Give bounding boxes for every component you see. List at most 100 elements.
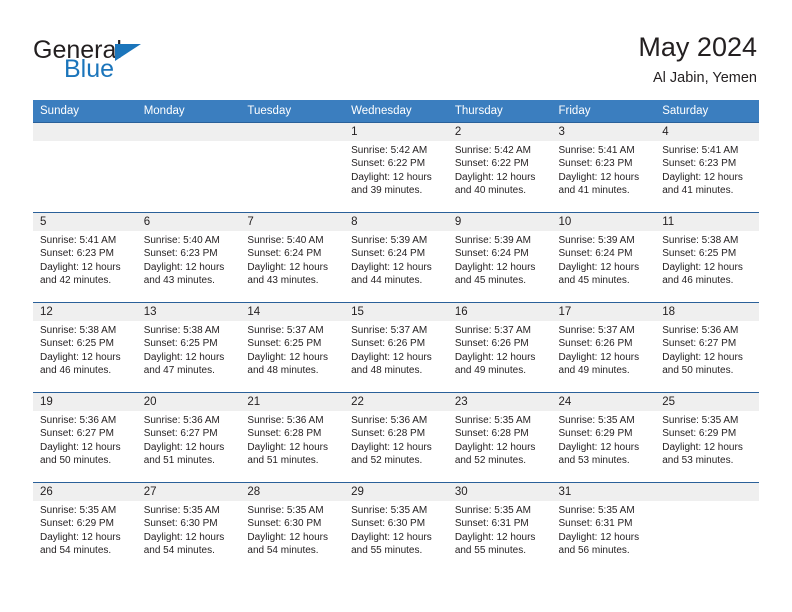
calendar-day-cell[interactable]: 7 Sunrise: 5:40 AM Sunset: 6:24 PM Daylight… [240, 212, 345, 303]
calendar-day-cell[interactable]: 27 Sunrise: 5:35 AM Sunset: 6:30 PM Dayligh… [136, 482, 241, 573]
daylight-text-cont: and 49 minutes. [558, 365, 630, 377]
calendar-day-cell[interactable]: 14 Sunrise: 5:37 AM Sunset: 6:25 PM Dayligh… [240, 302, 345, 393]
sunrise-text: Sunrise: 5:35 AM [40, 505, 117, 517]
sunrise-text: Sunrise: 5:36 AM [40, 415, 117, 427]
sunset-text: Sunset: 6:28 PM [454, 428, 529, 440]
daylight-text-cont: and 46 minutes. [40, 365, 112, 377]
daylight-text: Daylight: 12 hours [662, 261, 743, 273]
daylight-text-cont: and 53 minutes. [662, 455, 734, 467]
daylight-text-cont: and 55 minutes. [351, 545, 423, 557]
sunrise-text: Sunrise: 5:35 AM [454, 415, 531, 427]
day-number: 20 [136, 393, 241, 412]
day-details: Sunrise: 5:36 AM Sunset: 6:27 PM Daylight:… [33, 411, 137, 468]
general-blue-logo[interactable]: General Blue [33, 30, 153, 82]
day-details: Sunrise: 5:36 AM Sunset: 6:27 PM Daylight:… [655, 321, 759, 378]
calendar-day-cell[interactable]: 31 Sunrise: 5:35 AM Sunset: 6:31 PM Dayligh… [551, 482, 656, 573]
calendar-day-cell[interactable]: 13 Sunrise: 5:38 AM Sunset: 6:25 PM Dayligh… [136, 302, 241, 393]
calendar-day-cell[interactable]: 11 Sunrise: 5:38 AM Sunset: 6:25 PM Dayligh… [655, 212, 759, 303]
sunset-text: Sunset: 6:27 PM [143, 428, 218, 440]
day-number: 12 [33, 303, 137, 322]
calendar-day-cell[interactable]: 19 Sunrise: 5:36 AM Sunset: 6:27 PM Dayligh… [33, 392, 137, 483]
daylight-text: Daylight: 12 hours [40, 261, 121, 273]
sunrise-text: Sunrise: 5:35 AM [558, 415, 635, 427]
day-details: Sunrise: 5:35 AM Sunset: 6:30 PM Daylight:… [240, 501, 344, 558]
calendar-day-cell[interactable]: 26 Sunrise: 5:35 AM Sunset: 6:29 PM Dayligh… [33, 482, 137, 573]
calendar-day-cell[interactable]: 5 Sunrise: 5:41 AM Sunset: 6:23 PM Daylight… [33, 212, 137, 303]
day-details: Sunrise: 5:38 AM Sunset: 6:25 PM Daylight:… [33, 321, 137, 378]
calendar-day-cell[interactable]: 15 Sunrise: 5:37 AM Sunset: 6:26 PM Dayligh… [344, 302, 448, 393]
sunrise-text: Sunrise: 5:35 AM [143, 505, 220, 517]
calendar-day-cell[interactable]: 18 Sunrise: 5:36 AM Sunset: 6:27 PM Dayligh… [655, 302, 759, 393]
sunrise-text: Sunrise: 5:35 AM [247, 505, 324, 517]
sunset-text: Sunset: 6:25 PM [247, 338, 322, 350]
calendar-day-cell[interactable]: 10 Sunrise: 5:39 AM Sunset: 6:24 PM Dayligh… [551, 212, 656, 303]
calendar-day-cell[interactable]: 20 Sunrise: 5:36 AM Sunset: 6:27 PM Dayligh… [136, 392, 241, 483]
daylight-text-cont: and 52 minutes. [351, 455, 423, 467]
sunrise-text: Sunrise: 5:36 AM [247, 415, 324, 427]
calendar-day-cell[interactable]: 4 Sunrise: 5:41 AM Sunset: 6:23 PM Daylight… [655, 122, 759, 213]
sunrise-text: Sunrise: 5:37 AM [247, 325, 324, 337]
day-details: Sunrise: 5:39 AM Sunset: 6:24 PM Daylight:… [344, 231, 448, 288]
daylight-text-cont: and 53 minutes. [558, 455, 630, 467]
day-number: 7 [240, 213, 345, 232]
calendar-day-cell[interactable]: 17 Sunrise: 5:37 AM Sunset: 6:26 PM Dayligh… [551, 302, 656, 393]
calendar-header-row: Sunday Monday Tuesday Wednesday Thursday… [33, 100, 759, 123]
daylight-text-cont: and 48 minutes. [247, 365, 319, 377]
day-number: 11 [655, 213, 759, 232]
day-details: Sunrise: 5:35 AM Sunset: 6:31 PM Daylight:… [448, 501, 552, 558]
day-details: Sunrise: 5:36 AM Sunset: 6:28 PM Daylight:… [240, 411, 344, 468]
sunrise-text: Sunrise: 5:38 AM [40, 325, 117, 337]
calendar-day-cell[interactable]: 28 Sunrise: 5:35 AM Sunset: 6:30 PM Dayligh… [240, 482, 345, 573]
calendar-day-cell[interactable]: 24 Sunrise: 5:35 AM Sunset: 6:29 PM Dayligh… [551, 392, 656, 483]
daylight-text: Daylight: 12 hours [662, 171, 743, 183]
calendar-day-cell[interactable]: 9 Sunrise: 5:39 AM Sunset: 6:24 PM Daylight… [447, 212, 552, 303]
weekday-header-wednesday: Wednesday [344, 100, 448, 123]
day-number: 2 [447, 123, 552, 142]
calendar-week-row: 12 Sunrise: 5:38 AM Sunset: 6:25 PM Dayligh… [33, 302, 759, 393]
sunset-text: Sunset: 6:30 PM [247, 518, 322, 530]
calendar-day-cell[interactable]: 29 Sunrise: 5:35 AM Sunset: 6:30 PM Dayligh… [344, 482, 448, 573]
sunset-text: Sunset: 6:24 PM [351, 248, 426, 260]
sunset-text: Sunset: 6:24 PM [454, 248, 529, 260]
daylight-text: Daylight: 12 hours [558, 261, 640, 273]
daylight-text: Daylight: 12 hours [40, 531, 121, 543]
calendar-day-cell[interactable]: 22 Sunrise: 5:36 AM Sunset: 6:28 PM Dayligh… [344, 392, 448, 483]
sunset-text: Sunset: 6:22 PM [351, 158, 426, 170]
daylight-text: Daylight: 12 hours [454, 171, 536, 183]
daylight-text-cont: and 47 minutes. [143, 365, 215, 377]
daylight-text: Daylight: 12 hours [454, 441, 536, 453]
sunset-text: Sunset: 6:26 PM [454, 338, 529, 350]
calendar-day-cell[interactable]: 12 Sunrise: 5:38 AM Sunset: 6:25 PM Dayligh… [33, 302, 137, 393]
logo-text-blue: Blue [64, 55, 115, 83]
calendar-day-cell[interactable]: 2 Sunrise: 5:42 AM Sunset: 6:22 PM Daylight… [447, 122, 552, 213]
day-details: Sunrise: 5:40 AM Sunset: 6:23 PM Daylight:… [137, 231, 241, 288]
calendar-day-cell-empty [33, 122, 137, 213]
daylight-text: Daylight: 12 hours [247, 261, 329, 273]
sunrise-text: Sunrise: 5:35 AM [558, 505, 635, 517]
sunset-text: Sunset: 6:27 PM [40, 428, 114, 440]
calendar-day-cell[interactable]: 23 Sunrise: 5:35 AM Sunset: 6:28 PM Dayligh… [447, 392, 552, 483]
sunset-text: Sunset: 6:25 PM [143, 338, 218, 350]
daylight-text-cont: and 56 minutes. [558, 545, 630, 557]
calendar-grid: Sunday Monday Tuesday Wednesday Thursday… [33, 100, 759, 573]
sunrise-text: Sunrise: 5:37 AM [558, 325, 635, 337]
day-details: Sunrise: 5:35 AM Sunset: 6:29 PM Daylight:… [655, 411, 759, 468]
calendar-day-cell-empty [655, 482, 759, 573]
triangle-icon [115, 44, 141, 61]
calendar-day-cell[interactable]: 3 Sunrise: 5:41 AM Sunset: 6:23 PM Daylight… [551, 122, 656, 213]
sunrise-text: Sunrise: 5:41 AM [558, 145, 635, 157]
day-details: Sunrise: 5:39 AM Sunset: 6:24 PM Daylight:… [448, 231, 552, 288]
calendar-day-cell[interactable]: 1 Sunrise: 5:42 AM Sunset: 6:22 PM Daylight… [344, 122, 448, 213]
calendar-day-cell[interactable]: 21 Sunrise: 5:36 AM Sunset: 6:28 PM Dayligh… [240, 392, 345, 483]
calendar-day-cell[interactable]: 16 Sunrise: 5:37 AM Sunset: 6:26 PM Dayligh… [447, 302, 552, 393]
daylight-text: Daylight: 12 hours [40, 441, 121, 453]
calendar-day-cell[interactable]: 6 Sunrise: 5:40 AM Sunset: 6:23 PM Daylight… [136, 212, 241, 303]
calendar-day-cell[interactable]: 8 Sunrise: 5:39 AM Sunset: 6:24 PM Daylight… [344, 212, 448, 303]
sunset-text: Sunset: 6:23 PM [40, 248, 114, 260]
calendar-day-cell[interactable]: 30 Sunrise: 5:35 AM Sunset: 6:31 PM Dayligh… [447, 482, 552, 573]
day-details: Sunrise: 5:38 AM Sunset: 6:25 PM Daylight:… [655, 231, 759, 288]
day-number: 22 [344, 393, 448, 412]
daylight-text: Daylight: 12 hours [351, 441, 432, 453]
sunrise-text: Sunrise: 5:42 AM [351, 145, 428, 157]
calendar-day-cell[interactable]: 25 Sunrise: 5:35 AM Sunset: 6:29 PM Dayligh… [655, 392, 759, 483]
